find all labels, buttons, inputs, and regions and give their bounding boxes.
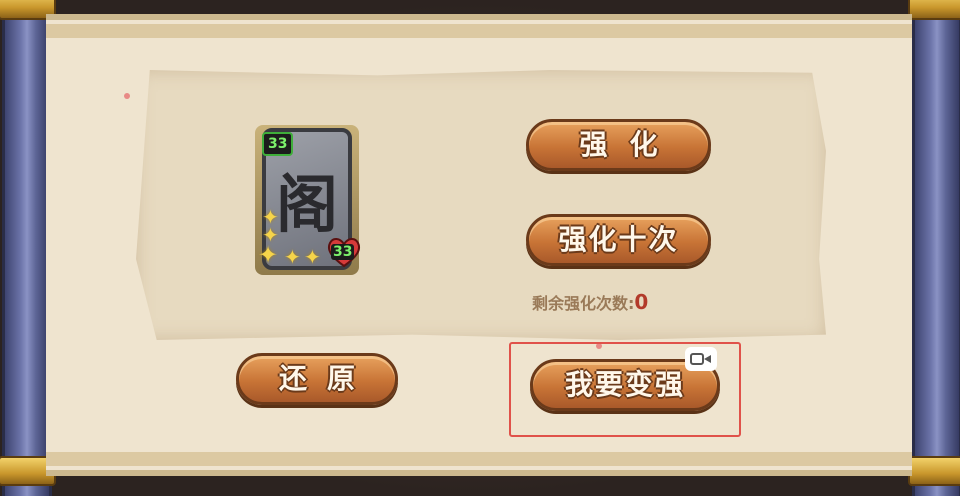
star-icon: ✦ (258, 241, 279, 269)
scroll-rod-right (908, 0, 960, 496)
remaining-label: 剩余强化次数: (532, 294, 635, 313)
restore-button[interactable]: 还原 (236, 353, 398, 405)
enhance-button[interactable]: 强化 (526, 119, 711, 171)
inner-parchment (136, 70, 826, 340)
pin-dot (124, 93, 130, 99)
rod-cap (908, 456, 960, 486)
health-value: 33 (331, 244, 355, 260)
star-icon: ✦ (304, 245, 321, 269)
parchment-band (46, 24, 912, 38)
heart-icon: 33 (326, 236, 362, 268)
enhance-ten-button[interactable]: 强化十次 (526, 214, 711, 266)
parchment-band (46, 452, 912, 466)
rod-cap (908, 0, 960, 20)
star-rating: ✦ ✦ ✦ ✦ ✦ (258, 205, 330, 269)
remaining-value: 0 (634, 290, 649, 314)
scroll-rod-left (0, 0, 56, 496)
attack-badge: 33 (262, 132, 294, 156)
star-icon: ✦ (284, 245, 301, 269)
parchment-panel (46, 14, 912, 476)
video-icon (685, 347, 717, 371)
remaining-enhancements: 剩余强化次数:0 (532, 290, 648, 314)
